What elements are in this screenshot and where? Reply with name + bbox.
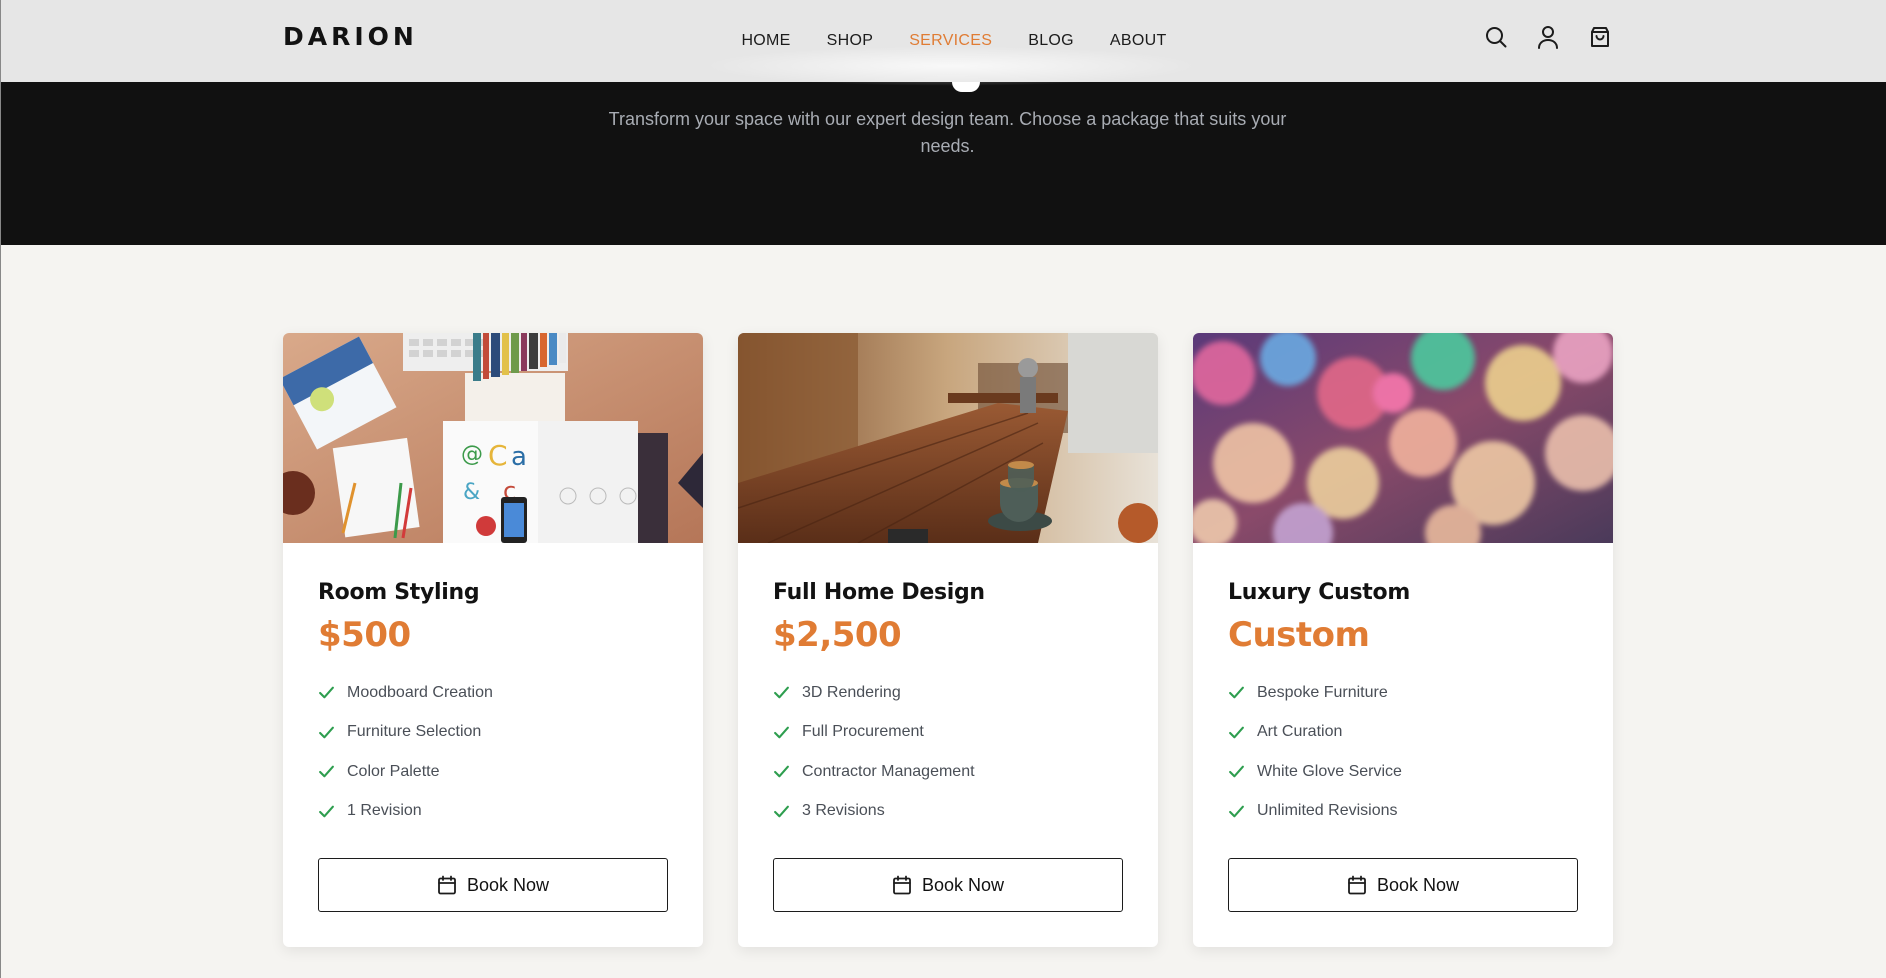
package-price: $2,500 — [773, 615, 902, 655]
check-icon — [319, 686, 334, 699]
feature-label: Moodboard Creation — [347, 683, 493, 701]
book-now-button[interactable]: Book Now — [1228, 858, 1578, 912]
calendar-icon — [1348, 875, 1366, 895]
svg-text:C: C — [488, 439, 508, 472]
package-price: $500 — [318, 615, 411, 655]
feature-item: 3 Revisions — [773, 792, 1123, 832]
brand-logo[interactable]: DARION — [283, 22, 418, 51]
book-now-label: Book Now — [921, 874, 1005, 895]
hero-section: Transform your space with our expert des… — [1, 82, 1886, 245]
cart-icon — [1591, 27, 1609, 47]
svg-text:&: & — [463, 480, 480, 505]
check-icon — [1229, 805, 1244, 818]
feature-item: Bespoke Furniture — [1228, 673, 1578, 713]
feature-item: 3D Rendering — [773, 673, 1123, 713]
header-actions — [1481, 20, 1886, 54]
feature-item: Moodboard Creation — [318, 673, 668, 713]
check-icon — [774, 726, 789, 739]
pricing-cards: @ C a & c Room Styling $500 Moodboard Cr… — [283, 333, 1613, 947]
feature-item: Art Curation — [1228, 713, 1578, 753]
svg-text:@: @ — [461, 442, 483, 467]
feature-label: Color Palette — [347, 762, 440, 780]
check-icon — [319, 726, 334, 739]
feature-item: White Glove Service — [1228, 752, 1578, 792]
feature-label: Art Curation — [1257, 723, 1343, 741]
package-title: Full Home Design — [773, 580, 985, 605]
nav-item-blog[interactable]: BLOG — [1028, 32, 1074, 50]
feature-label: White Glove Service — [1257, 762, 1402, 780]
nav-item-services[interactable]: SERVICES — [909, 32, 992, 50]
package-title: Room Styling — [318, 580, 480, 605]
hero-subtitle: Transform your space with our expert des… — [1, 106, 1886, 160]
desk-with-magazines-photo: @ C a & c — [283, 333, 703, 543]
nav-item-about[interactable]: ABOUT — [1110, 32, 1167, 50]
check-icon — [1229, 726, 1244, 739]
feature-item: Unlimited Revisions — [1228, 792, 1578, 832]
book-now-button[interactable]: Book Now — [318, 858, 668, 912]
feature-label: 3 Revisions — [802, 802, 885, 820]
book-now-button[interactable]: Book Now — [773, 858, 1123, 912]
book-now-label: Book Now — [1376, 874, 1460, 895]
check-icon — [774, 686, 789, 699]
calendar-icon — [438, 875, 456, 895]
package-card-full-home-design: Full Home Design $2,500 3D Rendering Ful… — [738, 333, 1158, 947]
svg-text:a: a — [511, 442, 527, 472]
feature-item: 1 Revision — [318, 792, 668, 832]
feature-label: Contractor Management — [802, 762, 975, 780]
check-icon — [1229, 765, 1244, 778]
cart-button[interactable] — [1585, 20, 1615, 54]
package-title: Luxury Custom — [1228, 580, 1410, 605]
package-card-luxury-custom: Luxury Custom Custom Bespoke Furniture A… — [1193, 333, 1613, 947]
feature-label: Full Procurement — [802, 723, 924, 741]
calendar-icon — [893, 875, 911, 895]
check-icon — [319, 805, 334, 818]
feature-item: Full Procurement — [773, 713, 1123, 753]
feature-label: Unlimited Revisions — [1257, 802, 1398, 820]
feature-label: Furniture Selection — [347, 723, 482, 741]
search-icon — [1486, 27, 1507, 48]
main-nav: HOME SHOP SERVICES BLOG ABOUT — [709, 0, 1199, 82]
search-button[interactable] — [1481, 20, 1511, 54]
nav-item-home[interactable]: HOME — [741, 32, 790, 50]
feature-list: 3D Rendering Full Procurement Contractor… — [773, 673, 1123, 831]
feature-item: Color Palette — [318, 752, 668, 792]
nav-item-shop[interactable]: SHOP — [827, 32, 874, 50]
colorful-bokeh-photo — [1193, 333, 1613, 543]
package-card-room-styling: @ C a & c Room Styling $500 Moodboard Cr… — [283, 333, 703, 947]
feature-item: Contractor Management — [773, 752, 1123, 792]
feature-label: 1 Revision — [347, 802, 422, 820]
user-icon — [1538, 26, 1558, 49]
hero-subtitle-line1: Transform your space with our expert des… — [608, 109, 1287, 129]
feature-label: 3D Rendering — [802, 683, 901, 701]
check-icon — [774, 765, 789, 778]
package-price: Custom — [1228, 615, 1370, 655]
book-now-label: Book Now — [466, 874, 550, 895]
check-icon — [1229, 686, 1244, 699]
check-icon — [319, 765, 334, 778]
site-header: DARION HOME SHOP SERVICES BLOG ABOUT — [1, 0, 1886, 86]
hero-subtitle-line2: needs. — [920, 136, 975, 156]
feature-item: Furniture Selection — [318, 713, 668, 753]
feature-list: Moodboard Creation Furniture Selection C… — [318, 673, 668, 831]
feature-list: Bespoke Furniture Art Curation White Glo… — [1228, 673, 1578, 831]
feature-label: Bespoke Furniture — [1257, 683, 1388, 701]
account-button[interactable] — [1533, 20, 1563, 54]
cafe-table-coffee-photo — [738, 333, 1158, 543]
check-icon — [774, 805, 789, 818]
